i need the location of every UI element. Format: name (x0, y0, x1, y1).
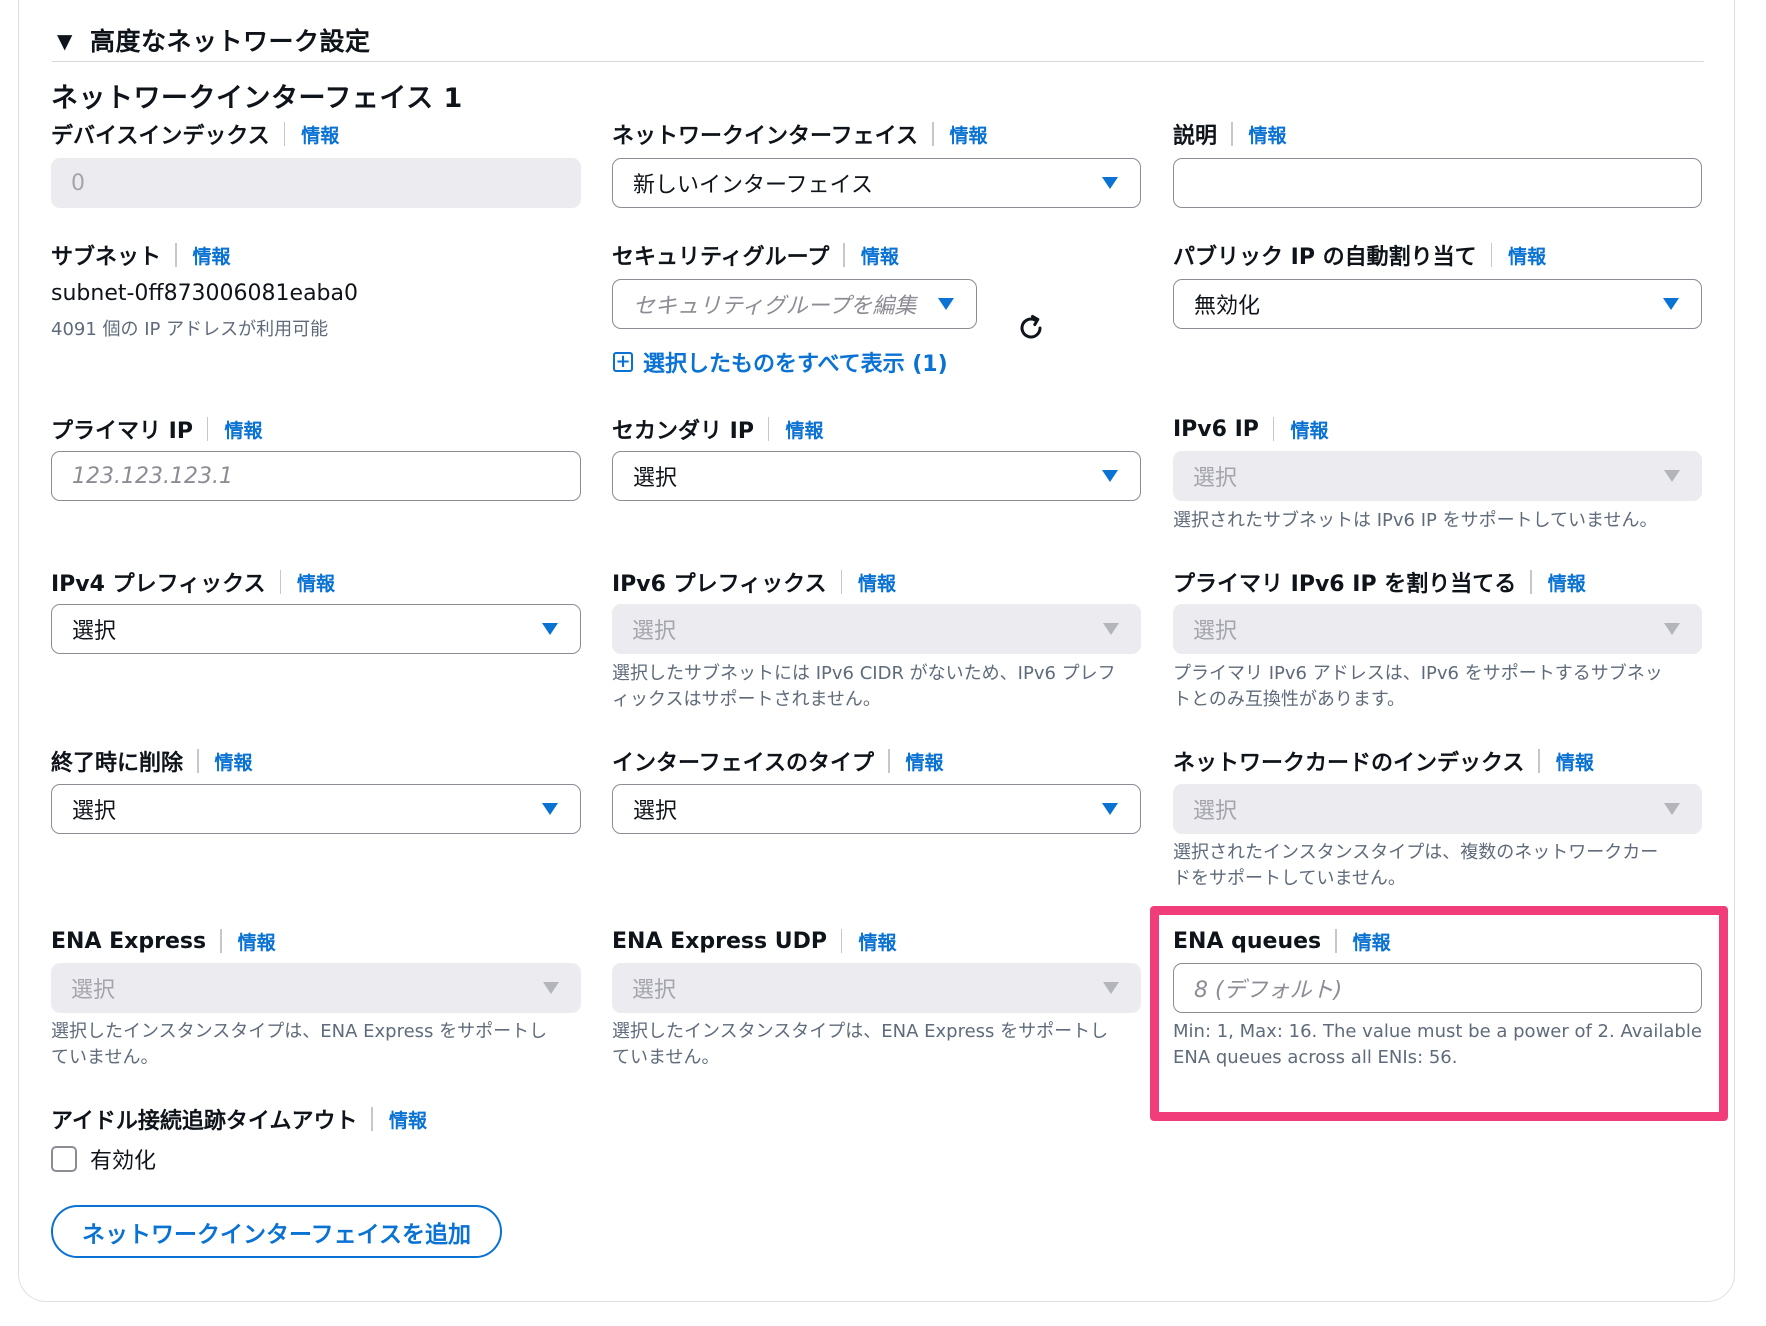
info-link[interactable]: 情報 (858, 928, 896, 955)
public-ip-select[interactable]: 無効化 (1173, 279, 1702, 329)
caret-down-icon (938, 298, 954, 310)
info-link[interactable]: 情報 (389, 1106, 427, 1133)
interface-label: ネットワークインターフェイス 情報 (612, 119, 988, 149)
interface-type-label: インターフェイスのタイプ 情報 (612, 746, 944, 776)
ipv6-prefix-select: 選択 (612, 604, 1141, 654)
plus-square-icon: + (613, 352, 633, 372)
info-link[interactable]: 情報 (193, 242, 231, 269)
subnet-label: サブネット 情報 (51, 240, 231, 270)
subnet-available: 4091 個の IP アドレスが利用可能 (51, 319, 329, 340)
ena-express-udp-label: ENA Express UDP 情報 (612, 928, 897, 955)
primary-ip-label: プライマリ IP 情報 (51, 414, 263, 444)
info-link[interactable]: 情報 (1290, 416, 1328, 443)
caret-down-icon (1664, 623, 1680, 635)
info-link[interactable]: 情報 (301, 121, 339, 148)
ena-queues-label: ENA queues 情報 (1173, 928, 1391, 955)
security-group-select[interactable]: セキュリティグループを編集 (612, 279, 977, 329)
caret-down-icon (1664, 470, 1680, 482)
info-link[interactable]: 情報 (1556, 748, 1594, 775)
ena-queues-hint: Min: 1, Max: 16. The value must be a pow… (1173, 1021, 1702, 1068)
caret-down-icon (1102, 177, 1118, 189)
primary-ipv6-hint: プライマリ IPv6 アドレスは、IPv6 をサポートするサブネッ トとのみ互換… (1173, 663, 1663, 710)
ipv6-ip-select: 選択 (1173, 451, 1702, 501)
caret-down-icon: ▼ (57, 29, 73, 53)
info-link[interactable]: 情報 (858, 569, 896, 596)
network-card-index-hint: 選択されたインスタンスタイプは、複数のネットワークカー ドをサポートしていません… (1173, 842, 1659, 889)
info-link[interactable]: 情報 (785, 416, 823, 443)
info-link[interactable]: 情報 (1353, 928, 1391, 955)
info-link[interactable]: 情報 (950, 121, 988, 148)
interface-type-select[interactable]: 選択 (612, 784, 1141, 834)
description-input[interactable] (1173, 158, 1702, 208)
ipv6-ip-label: IPv6 IP 情報 (1173, 416, 1329, 443)
caret-down-icon (1102, 803, 1118, 815)
primary-ipv6-label: プライマリ IPv6 IP を割り当てる 情報 (1173, 567, 1586, 597)
description-label: 説明 情報 (1173, 119, 1287, 149)
info-link[interactable]: 情報 (224, 416, 262, 443)
info-link[interactable]: 情報 (861, 242, 899, 269)
ipv4-prefix-select[interactable]: 選択 (51, 604, 581, 654)
info-link[interactable]: 情報 (238, 928, 276, 955)
interface-select[interactable]: 新しいインターフェイス (612, 158, 1141, 208)
device-index-label: デバイスインデックス 情報 (51, 119, 339, 149)
section-header[interactable]: ▼ 高度なネットワーク設定 (52, 18, 1704, 62)
secondary-ip-select[interactable]: 選択 (612, 451, 1141, 501)
network-interface-title: ネットワークインターフェイス 1 (51, 83, 463, 114)
delete-on-termination-select[interactable]: 選択 (51, 784, 581, 834)
caret-down-icon (1103, 982, 1119, 994)
ipv6-prefix-label: IPv6 プレフィックス 情報 (612, 567, 896, 597)
caret-down-icon (1663, 298, 1679, 310)
subnet-value: subnet-0ff873006081eaba0 (51, 281, 359, 306)
show-selected-link[interactable]: + 選択したものをすべて表示 (1) (613, 346, 948, 378)
idle-timeout-checkbox-label[interactable]: 有効化 (90, 1143, 156, 1175)
ena-express-label: ENA Express 情報 (51, 928, 276, 955)
caret-down-icon (1103, 623, 1119, 635)
ena-express-udp-hint: 選択したインスタンスタイプは、ENA Express をサポートし ていません。 (612, 1021, 1109, 1068)
ipv4-prefix-label: IPv4 プレフィックス 情報 (51, 567, 335, 597)
caret-down-icon (542, 803, 558, 815)
network-card-index-select: 選択 (1173, 784, 1702, 834)
add-network-interface-button[interactable]: ネットワークインターフェイスを追加 (51, 1205, 502, 1258)
ipv6-prefix-hint: 選択したサブネットには IPv6 CIDR がないため、IPv6 プレフ ィック… (612, 663, 1116, 710)
caret-down-icon (1102, 470, 1118, 482)
delete-on-termination-label: 終了時に削除 情報 (51, 746, 253, 776)
info-link[interactable]: 情報 (215, 748, 253, 775)
secondary-ip-label: セカンダリ IP 情報 (612, 414, 824, 444)
info-link[interactable]: 情報 (1249, 121, 1287, 148)
ena-express-hint: 選択したインスタンスタイプは、ENA Express をサポートし ていません。 (51, 1021, 548, 1068)
info-link[interactable]: 情報 (1508, 242, 1546, 269)
ena-queues-input[interactable]: 8 (デフォルト) (1173, 963, 1702, 1013)
idle-timeout-checkbox[interactable] (51, 1146, 77, 1172)
ena-express-udp-select: 選択 (612, 963, 1141, 1013)
public-ip-label: パブリック IP の自動割り当て 情報 (1173, 240, 1546, 270)
caret-down-icon (543, 982, 559, 994)
section-title: 高度なネットワーク設定 (90, 27, 371, 56)
refresh-icon[interactable] (1016, 313, 1046, 343)
primary-ipv6-select: 選択 (1173, 604, 1702, 654)
caret-down-icon (542, 623, 558, 635)
ipv6-ip-hint: 選択されたサブネットは IPv6 IP をサポートしていません。 (1173, 510, 1658, 531)
ena-express-select: 選択 (51, 963, 581, 1013)
idle-timeout-label: アイドル接続追跡タイムアウト 情報 (51, 1104, 427, 1134)
primary-ip-input[interactable]: 123.123.123.1 (51, 451, 581, 501)
info-link[interactable]: 情報 (297, 569, 335, 596)
caret-down-icon (1664, 803, 1680, 815)
info-link[interactable]: 情報 (906, 748, 944, 775)
info-link[interactable]: 情報 (1548, 569, 1586, 596)
device-index-field: 0 (51, 158, 581, 208)
network-card-index-label: ネットワークカードのインデックス 情報 (1173, 746, 1594, 776)
security-group-label: セキュリティグループ 情報 (612, 240, 899, 270)
